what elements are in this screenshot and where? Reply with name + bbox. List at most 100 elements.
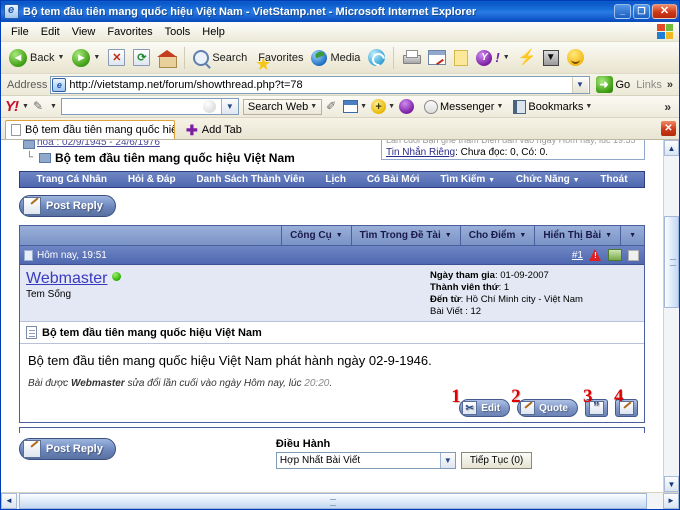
stop-icon: ✕ [108,49,126,66]
moderation-continue-button[interactable]: Tiếp Tục (0) [460,452,533,469]
post-title-icon [26,326,37,339]
quote-post-label: Quote [539,402,568,414]
multiquote-post-button[interactable] [585,399,608,417]
nav-item-tim-kiem[interactable]: Tìm Kiếm ▼ [440,174,495,185]
address-input[interactable]: e http://vietstamp.net/forum/showthread.… [50,75,590,94]
smiley-button[interactable] [563,47,588,68]
post-reply-button-bottom[interactable]: Post Reply [19,438,116,460]
notes-button[interactable] [450,48,472,68]
yahoo-button[interactable]: Y ! ▼ [472,48,513,68]
menu-item-view[interactable]: View [66,24,102,40]
download-button[interactable]: ▼ [539,48,563,68]
menu-item-edit[interactable]: Edit [35,24,66,40]
nav-item-thoat[interactable]: Thoát [600,174,627,185]
nav-item-danh-sach-thanh-vien[interactable]: Danh Sách Thành Viên [196,174,304,185]
address-overflow-icon[interactable]: » [667,79,676,91]
scroll-up-button[interactable]: ▲ [664,140,679,156]
nav-item-chuc-nang[interactable]: Chức Năng ▼ [516,174,580,185]
close-tab-bar-button[interactable]: ✕ [661,121,676,136]
vertical-scroll-thumb[interactable] [664,216,679,308]
pencil-icon[interactable]: ✎ [33,100,46,113]
forward-dropdown-icon[interactable]: ▼ [93,54,100,61]
edit-page-button[interactable] [424,48,450,67]
yahoo-messenger-button[interactable]: Messenger ▼ [424,99,503,114]
vertical-scrollbar[interactable]: ▲ ▼ [663,140,679,492]
breadcrumb-clipped-text[interactable]: hòa : 02/9/1945 - 24/6/1976 [37,140,160,148]
home-button[interactable] [154,48,180,68]
thread-tool-cong-cu[interactable]: Công Cụ ▼ [281,226,351,245]
yahoo-overflow-icon[interactable]: » [664,100,675,114]
nav-item-co-bai-moi[interactable]: Có Bài Mới [367,174,420,185]
target-dropdown-icon[interactable]: ▼ [388,103,395,110]
minimize-button[interactable]: _ [614,4,631,19]
add-tab-button[interactable]: ✚ Add Tab [178,120,250,139]
refresh-button[interactable]: ⟳ [129,47,154,68]
scroll-down-button[interactable]: ▼ [664,476,679,492]
highlight-icon[interactable]: ✐ [326,100,339,113]
popup-blocker-icon[interactable] [399,99,415,114]
thread-tool-more[interactable]: ▼ [620,226,644,245]
folder-icon [23,140,35,149]
post-reply-button-top[interactable]: Post Reply [19,195,116,217]
post-message: Bộ tem đầu tiên mang quốc hiệu Việt Nam … [28,353,432,368]
reply-post-button[interactable] [615,399,638,417]
anti-spy-button[interactable]: ⚡ [514,48,539,68]
yahoo-search-dropdown-icon[interactable]: ▼ [220,99,238,114]
horizontal-scroll-thumb[interactable] [19,492,647,509]
messenger-dropdown-icon[interactable]: ▼ [496,103,503,110]
horizontal-scrollbar[interactable]: ◄ ► [1,492,679,509]
forward-button[interactable]: ► ▼ [68,47,104,69]
menu-item-tools[interactable]: Tools [159,24,197,40]
yahoo-search-input[interactable]: ▼ [60,98,239,115]
links-label[interactable]: Links [636,79,664,91]
yahoo-logo[interactable]: Y! [5,99,19,114]
horizontal-scroll-track[interactable] [17,492,663,509]
bookmarks-dropdown-icon[interactable]: ▼ [585,103,592,110]
go-button[interactable]: ➜ Go [593,76,634,93]
search-button[interactable]: Search [189,48,251,68]
menu-item-file[interactable]: File [5,24,35,40]
report-post-icon[interactable] [589,249,602,261]
window-stack-dropdown-icon[interactable]: ▼ [360,103,367,110]
edit-post-button[interactable]: Edit [459,399,511,417]
scroll-right-button[interactable]: ► [663,492,679,509]
tab-item[interactable]: Bộ tem đầu tiên mang quốc hiệu... [5,120,175,139]
search-web-button[interactable]: Search Web ▼ [242,98,323,115]
history-button[interactable] [364,47,389,68]
post-number-link[interactable]: #1 [572,250,583,261]
nav-item-trang-ca-nhan[interactable]: Trang Cá Nhân [36,174,107,185]
close-button[interactable]: ✕ [652,4,677,19]
pencil-dropdown-icon[interactable]: ▼ [50,103,57,110]
chevron-down-icon[interactable]: ▼ [439,453,455,468]
scroll-left-button[interactable]: ◄ [1,492,17,509]
nav-item-lich[interactable]: Lịch [325,174,346,185]
thread-tool-hien-thi-bai[interactable]: Hiển Thị Bài ▼ [534,226,620,245]
yahoo-tabs-button[interactable]: ▼ [343,100,367,113]
multiquote-icon [589,399,604,415]
author-link[interactable]: Webmaster [26,270,108,288]
menu-item-help[interactable]: Help [196,24,231,40]
back-button[interactable]: ◄ Back ▼ [5,47,68,69]
stop-button[interactable]: ✕ [104,47,129,68]
address-dropdown-icon[interactable]: ▼ [571,76,588,93]
media-button[interactable]: Media [307,48,364,68]
print-button[interactable] [398,48,424,67]
moderation-select[interactable]: Hợp Nhất Bài Viết ▼ [275,452,456,469]
yahoo-logo-dropdown-icon[interactable]: ▼ [22,103,29,110]
menu-item-favorites[interactable]: Favorites [101,24,158,40]
back-dropdown-icon[interactable]: ▼ [57,54,64,61]
yahoo-dropdown-icon[interactable]: ▼ [503,54,510,61]
quote-post-button[interactable]: Quote [517,399,578,417]
thread-tool-cho-diem[interactable]: Cho Điểm ▼ [459,226,535,245]
select-post-checkbox[interactable] [628,249,639,261]
vertical-scroll-track[interactable] [664,156,679,476]
search-web-dropdown-icon[interactable]: ▼ [310,103,317,110]
yahoo-bookmarks-button[interactable]: Bookmarks ▼ [513,99,592,114]
ip-info-icon[interactable] [608,249,622,261]
thread-tool-tim-trong-de-tai[interactable]: Tìm Trong Đề Tài ▼ [350,226,460,245]
private-message-link[interactable]: Tin Nhắn Riêng [386,147,455,158]
favorites-button[interactable]: ★ Favorites [251,50,307,73]
nav-item-hoi-dap[interactable]: Hỏi & Đáp [128,174,176,185]
maximize-button[interactable]: ❐ [633,4,650,19]
yahoo-antispy-button[interactable]: ▼ [371,99,395,114]
